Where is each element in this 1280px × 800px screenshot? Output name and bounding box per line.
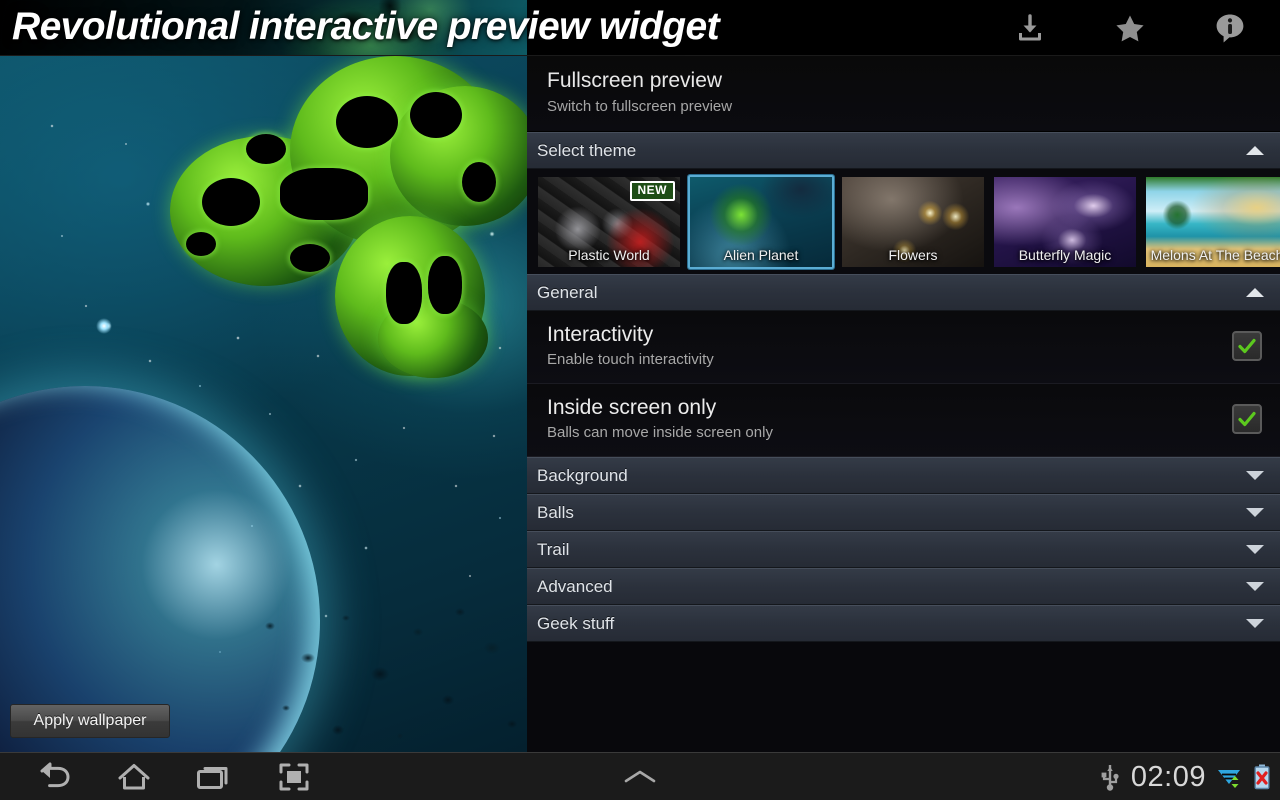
theme-label: Alien Planet	[723, 246, 799, 263]
wallpaper-preview[interactable]: Apply wallpaper	[0, 56, 527, 752]
caret-up-icon	[1246, 146, 1264, 155]
theme-label: Melons At The Beach	[1150, 246, 1280, 263]
clock: 02:09	[1130, 760, 1206, 793]
section-header-general[interactable]: General	[527, 274, 1280, 311]
star-icon[interactable]	[1080, 0, 1180, 56]
setting-texts: Interactivity Enable touch interactivity	[547, 321, 1232, 371]
recents-icon[interactable]	[174, 753, 254, 800]
section-label-geek-stuff: Geek stuff	[537, 613, 615, 633]
asteroid-debris	[250, 596, 527, 752]
back-icon[interactable]	[14, 753, 94, 800]
theme-card[interactable]: Butterfly Magic	[992, 175, 1138, 269]
info-icon[interactable]	[1180, 0, 1280, 56]
setting-title: Inside screen only	[547, 396, 717, 419]
section-header-geek-stuff[interactable]: Geek stuff	[527, 605, 1280, 642]
theme-list[interactable]: NEW Plastic World Alien Planet Flowers B…	[527, 169, 1280, 274]
status-area[interactable]: 02:09	[1099, 753, 1272, 800]
screenshot-icon[interactable]	[254, 753, 334, 800]
system-navigation-bar: 02:09	[0, 752, 1280, 800]
theme-card[interactable]: Flowers	[840, 175, 986, 269]
home-icon[interactable]	[94, 753, 174, 800]
fullscreen-preview-title: Fullscreen preview	[547, 69, 723, 92]
usb-icon	[1101, 765, 1119, 791]
section-header-trail[interactable]: Trail	[527, 531, 1280, 568]
nav-button-group	[14, 753, 334, 800]
theme-label: Plastic World	[568, 246, 650, 263]
section-label-general: General	[537, 282, 598, 302]
theme-label: Butterfly Magic	[1018, 246, 1112, 263]
page-title: Revolutional interactive preview widget	[12, 5, 720, 48]
section-label-background: Background	[537, 465, 628, 485]
new-badge: NEW	[629, 180, 675, 201]
bright-star	[96, 318, 112, 334]
app-root: Revolutional interactive preview widget	[0, 0, 1280, 800]
setting-row-interactivity[interactable]: Interactivity Enable touch interactivity	[527, 311, 1280, 384]
fullscreen-preview-item[interactable]: Fullscreen preview Switch to fullscreen …	[527, 56, 1280, 132]
title-bar-actions	[980, 0, 1280, 56]
check-icon	[1238, 338, 1256, 354]
section-header-select-theme[interactable]: Select theme	[527, 132, 1280, 169]
section-label-trail: Trail	[537, 539, 570, 559]
wifi-icon	[1218, 770, 1240, 788]
alien-organism	[140, 56, 527, 378]
section-header-background[interactable]: Background	[527, 457, 1280, 494]
setting-summary: Enable touch interactivity	[547, 351, 714, 368]
title-bar: Revolutional interactive preview widget	[0, 0, 1280, 56]
settings-panel: Fullscreen preview Switch to fullscreen …	[527, 56, 1280, 752]
theme-card-selected[interactable]: Alien Planet	[688, 174, 834, 269]
caret-down-icon	[1246, 545, 1264, 554]
chevron-up-icon[interactable]	[600, 753, 680, 800]
checkbox-inside-screen-only[interactable]	[1232, 404, 1262, 434]
section-header-balls[interactable]: Balls	[527, 494, 1280, 531]
setting-title: Interactivity	[547, 323, 654, 346]
download-icon[interactable]	[980, 0, 1080, 56]
battery-error-icon	[1254, 764, 1270, 790]
theme-label: Flowers	[888, 246, 938, 263]
theme-card[interactable]: Melons At The Beach	[1144, 175, 1280, 269]
caret-down-icon	[1246, 508, 1264, 517]
section-header-advanced[interactable]: Advanced	[527, 568, 1280, 605]
section-label-select-theme: Select theme	[537, 140, 637, 160]
fullscreen-preview-summary: Switch to fullscreen preview	[547, 98, 733, 115]
checkbox-interactivity[interactable]	[1232, 331, 1262, 361]
section-label-balls: Balls	[537, 502, 574, 522]
setting-summary: Balls can move inside screen only	[547, 424, 773, 441]
section-label-advanced: Advanced	[537, 576, 613, 596]
caret-down-icon	[1246, 582, 1264, 591]
apply-wallpaper-button[interactable]: Apply wallpaper	[10, 704, 170, 738]
setting-texts: Inside screen only Balls can move inside…	[547, 394, 1232, 444]
caret-up-icon	[1246, 288, 1264, 297]
check-icon	[1238, 411, 1256, 427]
theme-card[interactable]: NEW Plastic World	[536, 175, 682, 269]
setting-row-inside-screen-only[interactable]: Inside screen only Balls can move inside…	[527, 384, 1280, 457]
caret-down-icon	[1246, 619, 1264, 628]
caret-down-icon	[1246, 471, 1264, 480]
